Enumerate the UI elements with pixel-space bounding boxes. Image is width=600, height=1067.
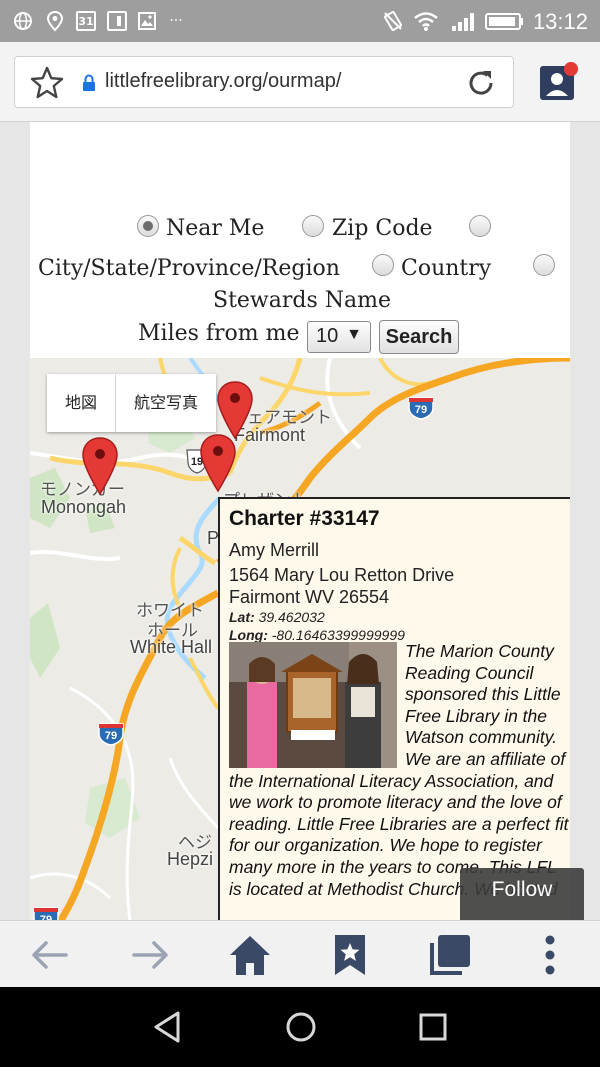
steward-name: Amy Merrill — [229, 540, 319, 560]
address-line-1: 1564 Mary Lou Retton Drive — [229, 565, 455, 585]
radio-city-state[interactable] — [469, 215, 491, 237]
calendar-day: 31 — [78, 14, 94, 28]
photo-float — [229, 641, 405, 769]
image-icon — [138, 12, 156, 30]
map-pin-icon[interactable] — [199, 433, 237, 493]
label-zip-code: Zip Code — [332, 216, 433, 241]
bookmarks-icon[interactable] — [326, 931, 374, 979]
search-form: Near Me Zip Code City/State/Province/Reg… — [30, 122, 570, 358]
radio-stewards-name[interactable] — [533, 254, 555, 276]
charter-title: Charter #33147 — [229, 507, 380, 530]
label-monongah: Monongah — [41, 497, 127, 517]
chevron-down-icon: ▼ — [346, 326, 362, 343]
globe-icon — [14, 12, 32, 30]
miles-label: Miles from me — [138, 321, 300, 346]
map-pin-icon[interactable] — [81, 436, 119, 496]
address-bar[interactable]: littlefreelibrary.org/ourmap/ — [14, 56, 514, 108]
sim-icon — [107, 11, 127, 31]
svg-text:79: 79 — [415, 404, 427, 416]
calendar-icon: 31 — [76, 11, 96, 31]
battery-icon — [485, 13, 523, 30]
search-button[interactable]: Search — [379, 320, 459, 354]
latitude: Lat: 39.462032 — [229, 609, 325, 625]
home-icon[interactable] — [226, 931, 274, 979]
android-nav-bar — [0, 987, 600, 1067]
vibrate-icon — [384, 10, 402, 32]
forward-arrow-icon[interactable] — [126, 931, 174, 979]
star-icon[interactable] — [29, 65, 65, 101]
nav-recents-icon[interactable] — [413, 1007, 453, 1047]
interstate-79-shield-mid: 79 — [98, 723, 124, 746]
label-city-state: City/State/Province/Region — [38, 256, 340, 281]
interstate-79-shield-top: 79 — [408, 397, 434, 420]
browser-address-area: littlefreelibrary.org/ourmap/ — [0, 42, 600, 122]
menu-icon[interactable] — [526, 931, 574, 979]
radio-near-me[interactable] — [137, 215, 159, 237]
radio-zip-code[interactable] — [302, 215, 324, 237]
wifi-icon — [414, 12, 438, 31]
map-button[interactable]: 地図 — [47, 374, 115, 432]
more-icon: ··· — [169, 13, 183, 29]
tabs-icon[interactable] — [426, 931, 474, 979]
label-country: Country — [401, 256, 492, 281]
radio-country[interactable] — [372, 254, 394, 276]
profile-icon[interactable] — [538, 60, 580, 102]
clock: 13:12 — [532, 9, 588, 34]
description: The Marion County Reading Council sponso… — [229, 641, 570, 900]
miles-select[interactable]: 10 ▼ — [307, 321, 371, 353]
satellite-button[interactable]: 航空写真 — [116, 374, 216, 432]
nav-back-icon[interactable] — [148, 1007, 188, 1047]
info-window: Charter #33147 Amy Merrill 1564 Mary Lou… — [218, 497, 570, 922]
nav-home-icon[interactable] — [281, 1007, 321, 1047]
signal-icon — [452, 13, 474, 31]
phone-screen: 31 ··· 13:12 littlefreelibrary.org/ourma… — [0, 0, 600, 1067]
follow-button[interactable]: Follow — [460, 868, 584, 920]
svg-text:79: 79 — [105, 730, 117, 742]
map-pin-icon[interactable] — [216, 380, 254, 440]
web-page: Near Me Zip Code City/State/Province/Reg… — [30, 122, 570, 922]
browser-toolbar — [0, 920, 600, 987]
status-bar: 31 ··· 13:12 — [0, 0, 600, 42]
url-text[interactable]: littlefreelibrary.org/ourmap/ — [105, 70, 341, 93]
map[interactable]: 地図 航空写真 79 19 79 79 — [30, 358, 570, 922]
miles-select-value: 10 — [316, 325, 339, 347]
map-type-control: 地図 航空写真 — [47, 374, 217, 432]
address-line-2: Fairmont WV 26554 — [229, 587, 390, 607]
label-stewards-name: Stewards Name — [213, 288, 392, 313]
location-icon — [46, 10, 64, 32]
reload-icon[interactable] — [465, 67, 497, 99]
lock-icon — [83, 74, 95, 91]
label-near-me: Near Me — [166, 216, 265, 241]
back-arrow-icon[interactable] — [26, 931, 74, 979]
label-white-hall: White Hall — [130, 637, 213, 657]
label-hepzibah: Hepzi — [167, 849, 214, 869]
